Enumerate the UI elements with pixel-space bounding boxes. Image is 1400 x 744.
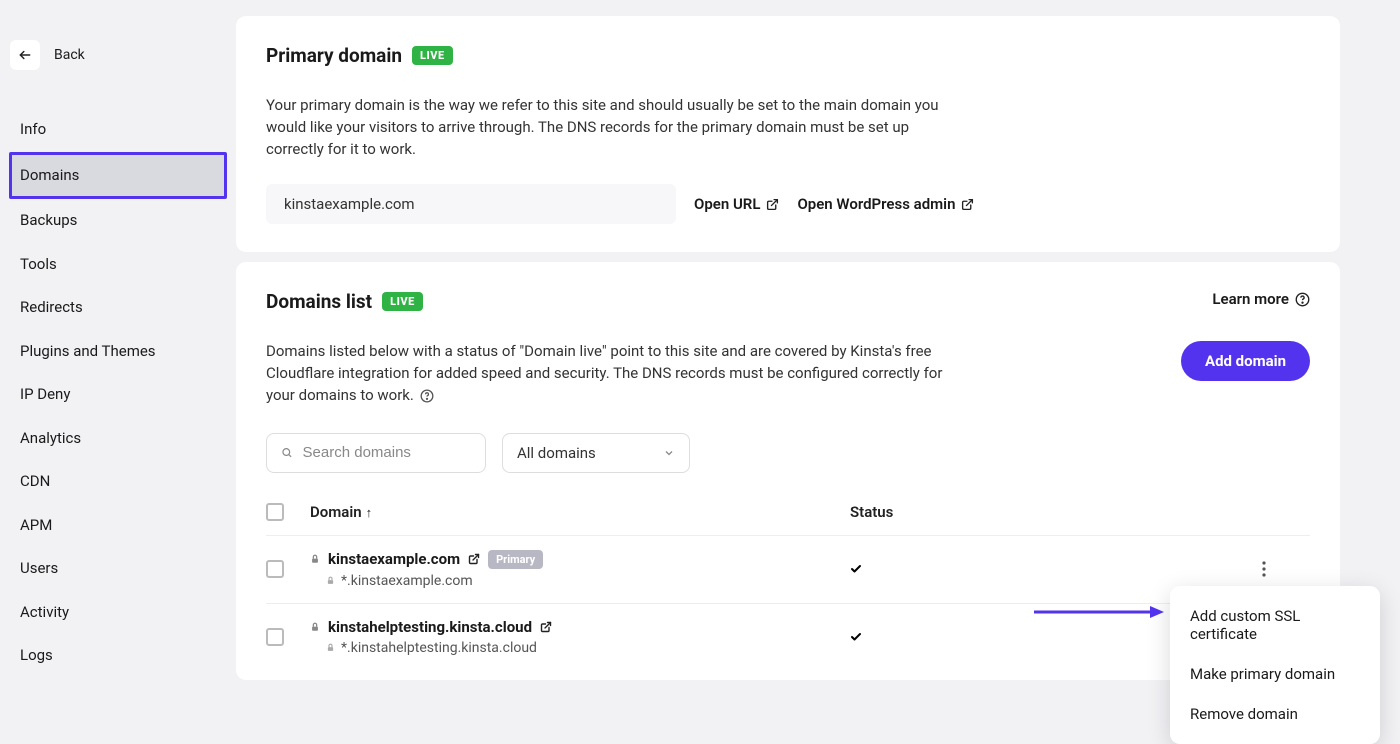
domain-filter-value: All domains: [517, 444, 596, 462]
column-domain[interactable]: Domain↑: [310, 503, 850, 521]
search-domains-input-wrap[interactable]: [266, 433, 486, 473]
add-domain-button[interactable]: Add domain: [1181, 341, 1310, 381]
row-actions-menu: Add custom SSL certificate Make primary …: [1170, 586, 1380, 744]
external-link-icon[interactable]: [540, 621, 552, 633]
help-circle-icon[interactable]: [420, 389, 434, 403]
search-icon: [281, 446, 293, 459]
sidebar-item-analytics[interactable]: Analytics: [12, 417, 224, 461]
external-link-icon: [961, 198, 974, 211]
chevron-down-icon: [663, 447, 675, 459]
back-label: Back: [54, 47, 85, 63]
back-button[interactable]: [10, 40, 40, 70]
table-header: Domain↑ Status: [266, 493, 1310, 535]
wildcard-domain: *.kinstahelptesting.kinsta.cloud: [341, 640, 537, 656]
domains-table: Domain↑ Status kinstaexample.com: [266, 493, 1310, 670]
learn-more-label: Learn more: [1212, 290, 1289, 308]
primary-domain-description: Your primary domain is the way we refer …: [266, 95, 946, 160]
live-badge: LIVE: [382, 292, 423, 311]
live-badge: LIVE: [412, 46, 453, 65]
status-check-icon: [850, 563, 1250, 575]
sidebar-item-ip-deny[interactable]: IP Deny: [12, 373, 224, 417]
lock-icon: [310, 621, 320, 633]
sidebar-item-apm[interactable]: APM: [12, 504, 224, 548]
primary-badge: Primary: [488, 550, 543, 569]
menu-item-add-ssl[interactable]: Add custom SSL certificate: [1170, 596, 1380, 654]
sidebar-item-activity[interactable]: Activity: [12, 591, 224, 635]
sidebar-item-plugins-themes[interactable]: Plugins and Themes: [12, 330, 224, 374]
open-url-label: Open URL: [694, 195, 760, 213]
open-wp-admin-label: Open WordPress admin: [797, 195, 955, 213]
arrow-left-icon: [18, 48, 32, 62]
sidebar-item-tools[interactable]: Tools: [12, 243, 224, 287]
learn-more-link[interactable]: Learn more: [1212, 290, 1310, 308]
sidebar-item-domains[interactable]: Domains: [9, 152, 227, 200]
sidebar-item-users[interactable]: Users: [12, 547, 224, 591]
primary-domain-card: Primary domain LIVE Your primary domain …: [236, 16, 1340, 252]
external-link-icon: [766, 198, 779, 211]
sidebar-item-backups[interactable]: Backups: [12, 199, 224, 243]
select-all-checkbox[interactable]: [266, 503, 284, 521]
domain-filter-select[interactable]: All domains: [502, 433, 690, 473]
sort-ascending-icon: ↑: [366, 506, 373, 521]
domain-name: kinstaexample.com: [328, 550, 460, 568]
lock-icon: [326, 642, 335, 653]
row-actions-button[interactable]: [1250, 555, 1278, 583]
table-row: kinstaexample.com Primary *.kinstaexampl…: [266, 535, 1310, 603]
row-checkbox[interactable]: [266, 560, 284, 578]
sidebar-item-cdn[interactable]: CDN: [12, 460, 224, 504]
primary-domain-value: kinstaexample.com: [266, 184, 676, 224]
wildcard-domain: *.kinstaexample.com: [341, 573, 473, 589]
sidebar-item-info[interactable]: Info: [12, 108, 224, 152]
main-content: Primary domain LIVE Your primary domain …: [236, 0, 1400, 737]
domains-list-card: Domains list LIVE Learn more Domains lis…: [236, 262, 1340, 679]
domain-name: kinstahelptesting.kinsta.cloud: [328, 618, 532, 636]
external-link-icon[interactable]: [468, 553, 480, 565]
domains-list-title: Domains list: [266, 290, 372, 313]
lock-icon: [310, 553, 320, 565]
sidebar: Back Info Domains Backups Tools Redirect…: [0, 0, 236, 737]
domains-list-description: Domains listed below with a status of "D…: [266, 341, 946, 406]
lock-icon: [326, 575, 335, 586]
annotation-arrow-icon: [1034, 604, 1164, 620]
sidebar-item-logs[interactable]: Logs: [12, 634, 224, 678]
open-url-link[interactable]: Open URL: [694, 195, 779, 213]
open-wp-admin-link[interactable]: Open WordPress admin: [797, 195, 974, 213]
back-row[interactable]: Back: [10, 40, 224, 70]
primary-domain-title: Primary domain: [266, 44, 402, 67]
help-circle-icon: [1295, 292, 1310, 307]
kebab-icon: [1262, 561, 1266, 577]
menu-item-make-primary[interactable]: Make primary domain: [1170, 654, 1380, 694]
menu-item-remove-domain[interactable]: Remove domain: [1170, 694, 1380, 734]
search-domains-input[interactable]: [303, 444, 471, 461]
sidebar-item-redirects[interactable]: Redirects: [12, 286, 224, 330]
column-status[interactable]: Status: [850, 503, 1250, 521]
row-checkbox[interactable]: [266, 628, 284, 646]
